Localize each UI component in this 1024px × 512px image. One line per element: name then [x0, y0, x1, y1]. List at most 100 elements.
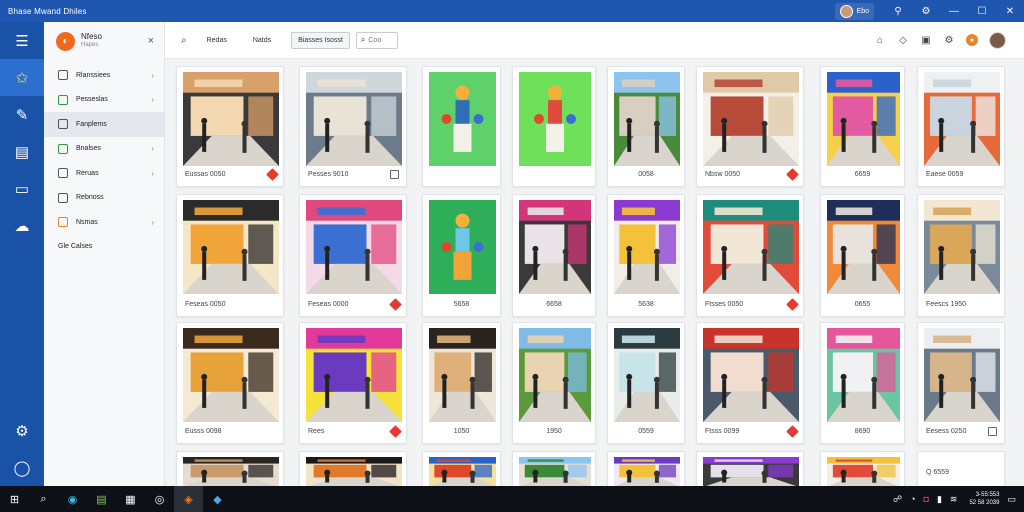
clock[interactable]: 3-55:553 52 58 2039 — [969, 491, 999, 507]
battery-icon[interactable]: ▮ — [937, 494, 942, 505]
gallery-card[interactable] — [512, 451, 596, 486]
thumbnail-image — [827, 457, 900, 486]
settings-icon[interactable]: ⚙ — [943, 34, 955, 46]
gallery-card[interactable]: Eesess 0250 — [917, 322, 1005, 444]
gallery-card[interactable]: 5638 — [607, 194, 685, 317]
files-icon[interactable]: ▤ — [87, 486, 116, 512]
nav-item-6[interactable]: Nsmas › — [44, 210, 164, 235]
settings-icon[interactable]: ⚙ — [0, 412, 44, 449]
chevron-right-icon: › — [151, 144, 154, 154]
thumbnail-image — [183, 200, 279, 294]
gallery-card[interactable]: Nbsw 0050 — [696, 66, 804, 187]
notification-icon[interactable]: ⚙ — [912, 0, 940, 22]
gallery-card[interactable] — [607, 451, 685, 486]
gallery-card[interactable] — [422, 66, 501, 187]
sound-icon[interactable]: ◔ — [910, 494, 915, 504]
thumbnail-image — [519, 200, 591, 294]
taskbar-search-icon[interactable]: ⌕ — [29, 486, 58, 512]
gallery-card[interactable]: Eaese 0059 — [917, 66, 1005, 187]
tab-1[interactable]: Natds — [247, 33, 277, 48]
media-icon[interactable]: ▭ — [0, 170, 44, 207]
gallery-card[interactable]: 0559 — [607, 322, 685, 444]
gallery-card[interactable]: Feseas 0050 — [176, 194, 284, 317]
account-icon[interactable]: ◯ — [0, 449, 44, 486]
gallery-card[interactable] — [696, 451, 804, 486]
nav-item-4[interactable]: Reruas › — [44, 161, 164, 186]
gallery-card[interactable]: Ftsss 0099 — [696, 322, 804, 444]
gallery-card[interactable]: Rees — [299, 322, 407, 444]
gallery-card[interactable]: Ftsses 0050 — [696, 194, 804, 317]
nav-item-7[interactable]: Gle Calses — [44, 235, 164, 260]
gallery-card[interactable]: Eussas 0050 — [176, 66, 284, 187]
gallery-card[interactable]: Q 6559 — [917, 451, 1005, 486]
minimize-icon[interactable]: — — [940, 0, 968, 22]
gallery-card[interactable]: 0058 — [607, 66, 685, 187]
share-icon[interactable] — [390, 170, 399, 179]
calendar-icon[interactable]: ▦ — [116, 486, 145, 512]
gallery-card[interactable]: 8690 — [820, 322, 905, 444]
gallery-card[interactable]: 6658 — [512, 194, 596, 317]
favorites-icon[interactable]: ✩ — [0, 59, 44, 96]
thumbnail-image — [306, 200, 402, 294]
gallery-card[interactable] — [422, 451, 501, 486]
chat-icon[interactable]: ◇ — [897, 34, 909, 46]
account-chip[interactable]: Ebo — [834, 2, 874, 20]
maximize-icon[interactable]: ☐ — [968, 0, 996, 22]
gallery-card[interactable]: 0655 — [820, 194, 905, 317]
search-field[interactable]: ⌕ — [355, 31, 398, 49]
nav-item-0[interactable]: Rlanssiees › — [44, 63, 164, 88]
toolbar-right: ⌂ ◇ ▣ ⚙ ● — [874, 31, 1006, 49]
nav-item-2[interactable]: Fanplems — [44, 112, 164, 137]
gallery-card[interactable]: 1950 — [512, 322, 596, 444]
nav-item-5[interactable]: Rebnoss — [44, 186, 164, 211]
security-icon[interactable]: ◘ — [924, 494, 929, 504]
app-orange-icon[interactable]: ◈ — [174, 486, 203, 512]
card-caption: Feseas 0000 — [308, 301, 349, 308]
badge-icon[interactable]: ● — [966, 34, 978, 46]
tab-0[interactable]: Redas — [201, 33, 233, 48]
gallery-card[interactable] — [512, 66, 596, 187]
nav-item-3[interactable]: Bnalses › — [44, 137, 164, 162]
tag-icon[interactable] — [786, 298, 799, 311]
edit-icon[interactable]: ✎ — [0, 96, 44, 133]
share-icon[interactable] — [988, 427, 997, 436]
gallery-card[interactable] — [820, 451, 905, 486]
tag-icon[interactable] — [266, 168, 279, 181]
tag-icon[interactable] — [786, 168, 799, 181]
gallery-card[interactable]: Eusss 0098 — [176, 322, 284, 444]
tab-2[interactable]: Biasses Isosst — [291, 31, 350, 49]
gallery-card[interactable]: 5658 — [422, 194, 501, 317]
gallery-card[interactable]: 6659 — [820, 66, 905, 187]
search-icon[interactable]: ⌕ — [181, 35, 187, 46]
notifications-icon[interactable]: ▭ — [1007, 494, 1016, 505]
close-icon[interactable]: ✕ — [996, 0, 1024, 22]
gallery-icon[interactable]: ▤ — [0, 133, 44, 170]
browser-icon[interactable]: ◎ — [145, 486, 174, 512]
menu-icon[interactable]: ☰ — [0, 22, 44, 59]
edge-icon[interactable]: ◉ — [58, 486, 87, 512]
cloud-icon[interactable]: ☁ — [0, 207, 44, 244]
app-blue-icon[interactable]: ◆ — [203, 486, 232, 512]
gallery-card[interactable]: 1050 — [422, 322, 501, 444]
wifi-icon[interactable]: ≋ — [950, 494, 958, 505]
gallery-card[interactable]: Pesses 9010 — [299, 66, 407, 187]
gallery-card[interactable] — [176, 451, 284, 486]
avatar[interactable] — [989, 31, 1006, 49]
home-icon[interactable]: ⌂ — [874, 34, 886, 46]
network-icon[interactable]: ☍ — [893, 494, 902, 505]
tag-icon[interactable] — [389, 298, 402, 311]
search-input[interactable] — [368, 36, 393, 44]
tag-icon[interactable] — [786, 425, 799, 438]
grid-icon[interactable]: ▣ — [920, 34, 932, 46]
user-icon[interactable]: ⚲ — [884, 0, 912, 22]
gallery-card[interactable]: Feseas 0000 — [299, 194, 407, 317]
card-caption: Q 6559 — [926, 469, 949, 476]
gallery-card[interactable]: Feescs 1950 — [917, 194, 1005, 317]
nav-item-icon — [58, 70, 68, 81]
nav-item-1[interactable]: Pesseslas › — [44, 88, 164, 113]
tag-icon[interactable] — [389, 425, 402, 438]
gallery-card[interactable] — [299, 451, 407, 486]
start-icon[interactable]: ⊞ — [0, 486, 29, 512]
panel-close-icon[interactable]: × — [148, 35, 154, 47]
thumbnail-image — [306, 457, 402, 486]
